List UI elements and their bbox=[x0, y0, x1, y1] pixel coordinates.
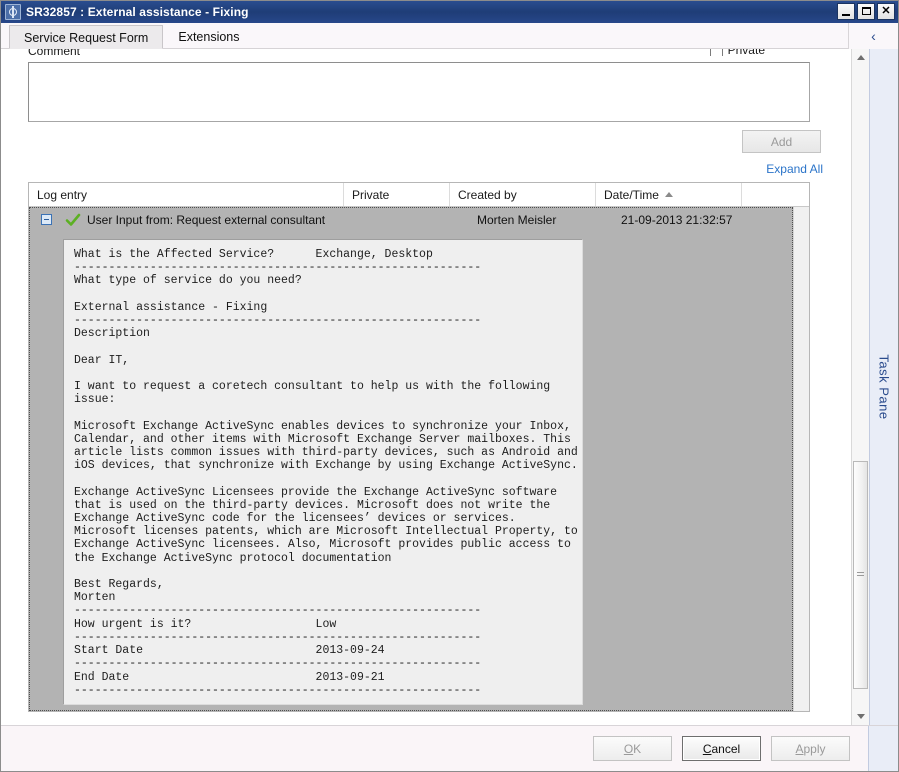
app-shield-icon bbox=[5, 4, 21, 20]
green-check-icon bbox=[65, 212, 81, 228]
expand-all-link[interactable]: Expand All bbox=[766, 162, 823, 176]
ok-button-label: OK bbox=[623, 741, 642, 756]
column-header-private[interactable]: Private bbox=[344, 183, 450, 206]
window-title: SR32857 : External assistance - Fixing bbox=[26, 5, 249, 19]
scroll-up-button[interactable] bbox=[852, 49, 869, 66]
column-header-created-by-label: Created by bbox=[458, 187, 517, 202]
service-request-window: SR32857 : External assistance - Fixing ✕… bbox=[0, 0, 899, 772]
chevron-left-icon: ‹ bbox=[871, 28, 876, 44]
title-bar: SR32857 : External assistance - Fixing ✕ bbox=[1, 1, 898, 23]
scrollbar-grip-icon bbox=[857, 572, 864, 578]
tab-service-request-form[interactable]: Service Request Form bbox=[9, 25, 164, 49]
private-label: Private bbox=[727, 49, 765, 56]
grid-body: User Input from: Request external consul… bbox=[29, 207, 809, 711]
table-row[interactable]: User Input from: Request external consul… bbox=[29, 207, 793, 711]
log-entry-grid: Log entry Private Created by Date/Time U… bbox=[28, 182, 810, 712]
private-checkbox[interactable] bbox=[709, 49, 723, 56]
private-checkbox-row: Private bbox=[709, 49, 765, 56]
form-scroll-viewport: Comment Private Add Expand All Log entry bbox=[1, 49, 851, 725]
column-header-log-entry[interactable]: Log entry bbox=[29, 183, 344, 206]
add-comment-button[interactable]: Add bbox=[742, 130, 821, 153]
comment-label: Comment bbox=[28, 49, 81, 56]
column-header-date-time[interactable]: Date/Time bbox=[596, 183, 742, 206]
window-controls: ✕ bbox=[837, 3, 895, 20]
form-content-column: Comment Private Add Expand All Log entry bbox=[1, 49, 851, 725]
grid-vertical-scrollbar[interactable] bbox=[793, 207, 809, 711]
log-row-detail-text: What is the Affected Service? Exchange, … bbox=[74, 248, 578, 697]
cancel-button[interactable]: Cancel bbox=[682, 736, 761, 761]
log-row-title: User Input from: Request external consul… bbox=[87, 213, 326, 227]
cancel-button-label: Cancel bbox=[702, 741, 741, 756]
column-header-spacer bbox=[742, 183, 809, 206]
log-row-detail-panel: What is the Affected Service? Exchange, … bbox=[63, 239, 583, 705]
collapse-minus-icon[interactable] bbox=[41, 214, 52, 225]
close-icon: ✕ bbox=[881, 5, 891, 17]
sort-ascending-icon bbox=[664, 192, 673, 197]
ok-button[interactable]: OK bbox=[593, 736, 672, 761]
task-pane-label[interactable]: Task Pane bbox=[877, 354, 892, 419]
maximize-icon bbox=[862, 7, 871, 15]
minimize-button[interactable] bbox=[837, 3, 855, 20]
footer-task-pane-strip bbox=[868, 726, 898, 771]
log-row-created-by: Morten Meisler bbox=[477, 213, 557, 227]
log-row-date-time: 21-09-2013 21:32:57 bbox=[621, 213, 733, 227]
column-header-date-time-label: Date/Time bbox=[604, 187, 659, 202]
column-header-log-entry-label: Log entry bbox=[37, 187, 88, 202]
triangle-up-icon bbox=[856, 55, 865, 60]
minimize-icon bbox=[842, 14, 850, 16]
comment-input[interactable] bbox=[28, 62, 810, 122]
task-pane-strip[interactable]: Task Pane bbox=[869, 49, 898, 725]
log-row-header: User Input from: Request external consul… bbox=[29, 207, 793, 233]
tab-extensions[interactable]: Extensions bbox=[163, 24, 254, 48]
maximize-button[interactable] bbox=[857, 3, 875, 20]
column-header-created-by[interactable]: Created by bbox=[450, 183, 596, 206]
dialog-button-bar: OK Cancel Apply bbox=[1, 725, 898, 771]
collapse-task-pane-button[interactable]: ‹ bbox=[848, 23, 898, 49]
apply-button-label: Apply bbox=[795, 741, 826, 756]
grid-header-row: Log entry Private Created by Date/Time bbox=[29, 183, 809, 207]
scroll-down-button[interactable] bbox=[852, 708, 869, 725]
form-body: Comment Private Add Expand All Log entry bbox=[1, 49, 898, 725]
tab-strip: Service Request Form Extensions ‹ bbox=[1, 23, 898, 49]
form-vertical-scrollbar[interactable] bbox=[851, 49, 869, 725]
triangle-down-icon bbox=[856, 714, 865, 719]
column-header-private-label: Private bbox=[352, 187, 390, 202]
scrollbar-thumb[interactable] bbox=[853, 461, 868, 689]
close-button[interactable]: ✕ bbox=[877, 3, 895, 20]
apply-button[interactable]: Apply bbox=[771, 736, 850, 761]
